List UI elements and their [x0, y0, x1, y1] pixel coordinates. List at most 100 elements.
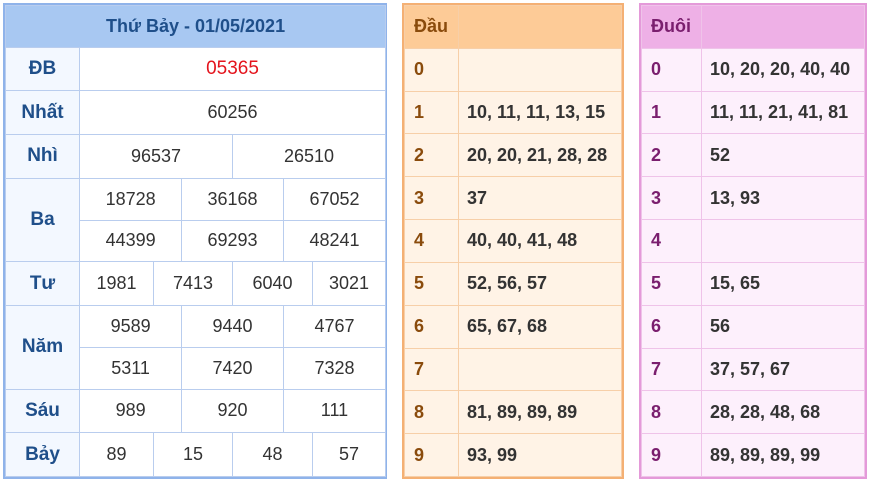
table-row: 2 20, 20, 21, 28, 28: [404, 133, 622, 178]
prize-value: 69293: [181, 220, 284, 262]
tail-values: [701, 219, 865, 263]
head-digit: 8: [404, 390, 459, 435]
prize-label-ba: Ba: [5, 177, 80, 263]
prize-value: 9589: [80, 306, 183, 347]
head-digit: 5: [404, 261, 459, 306]
head-values: 10, 11, 11, 13, 15: [458, 90, 622, 135]
prize-value: 6040: [232, 261, 313, 307]
prize-value: 57: [311, 432, 387, 477]
prize-value: 18728: [80, 178, 183, 220]
table-row: 5 52, 56, 57: [404, 261, 622, 306]
prize-label-sau: Sáu: [5, 388, 80, 434]
head-values: 20, 20, 21, 28, 28: [458, 133, 622, 178]
table-row: 0 10, 20, 20, 40, 40: [641, 47, 865, 92]
tail-digit: 3: [641, 176, 702, 221]
prize-row-nam: Năm 9589 9440 4767: [5, 305, 387, 390]
prize-label-db: ĐB: [5, 46, 80, 92]
head-digit: 1: [404, 90, 459, 135]
prize-label-bay: Bảy: [5, 432, 80, 477]
table-row: 0: [404, 47, 622, 92]
head-values: 52, 56, 57: [458, 261, 622, 306]
head-digit: 9: [404, 433, 459, 477]
table-row: 9 93, 99: [404, 433, 622, 477]
tail-digit: 8: [641, 390, 702, 435]
tail-values: 56: [701, 304, 865, 349]
table-row: 8 28, 28, 48, 68: [641, 390, 865, 435]
head-digit: 4: [404, 219, 459, 263]
prize-row-db: ĐB 05365: [5, 46, 387, 92]
prize-value: 7413: [153, 261, 233, 307]
prize-value: 48241: [309, 230, 360, 251]
prize-row-nhat: Nhất 60256: [5, 90, 387, 136]
tail-digit: 5: [641, 261, 702, 306]
tail-values: 52: [701, 133, 865, 178]
tail-digit: 0: [641, 47, 702, 92]
prize-value: 1981: [79, 261, 154, 307]
table-row: 7: [404, 347, 622, 392]
table-row: 3 13, 93: [641, 176, 865, 221]
tail-values: 89, 89, 89, 99: [701, 433, 865, 477]
table-row: 6 65, 67, 68: [404, 304, 622, 349]
table-row: 7 37, 57, 67: [641, 347, 865, 392]
prize-value: 3021: [311, 261, 387, 307]
head-digit: 0: [404, 47, 459, 92]
tail-values: 13, 93: [701, 176, 865, 221]
head-digit: 7: [404, 347, 459, 392]
prize-row-ba: Ba 18728 36168 67052: [5, 177, 387, 263]
head-values: [458, 47, 622, 92]
tail-digit: 7: [641, 347, 702, 392]
tail-digit: 1: [641, 90, 702, 135]
prize-value: 96537: [80, 135, 234, 178]
table-row: 6 56: [641, 304, 865, 349]
head-digit: 3: [404, 176, 459, 221]
head-values: 37: [458, 176, 622, 221]
head-values: 81, 89, 89, 89: [458, 390, 622, 435]
tail-values: 10, 20, 20, 40, 40: [701, 47, 865, 92]
prize-value: 989: [80, 389, 183, 433]
head-values: [458, 347, 622, 392]
prize-label-tu: Tư: [5, 261, 80, 307]
prize-value: 67052: [309, 188, 360, 209]
prize-value: 4767: [314, 315, 355, 336]
tail-digit: 9: [641, 433, 702, 477]
prize-value: 920: [181, 389, 284, 433]
head-values: 40, 40, 41, 48: [458, 219, 622, 263]
head-digit: 6: [404, 304, 459, 349]
tail-digit: 2: [641, 133, 702, 178]
prize-row-bay: Bảy 89 15 48 57: [5, 432, 387, 477]
prize-value: 36168: [181, 178, 284, 220]
prize-value: 60256: [78, 90, 387, 136]
results-title: Thứ Bảy - 01/05/2021: [4, 5, 387, 48]
prize-row-tu: Tư 1981 7413 6040 3021: [5, 261, 387, 307]
table-row: 1 11, 11, 21, 41, 81: [641, 90, 865, 135]
prize-value: 7328: [314, 357, 355, 378]
lottery-results-table: Thứ Bảy - 01/05/2021 ĐB 05365 Nhất 60256…: [3, 3, 387, 479]
table-row: 9 89, 89, 89, 99: [641, 433, 865, 477]
prize-value: 44399: [80, 220, 183, 262]
prize-value: 26510: [284, 145, 335, 166]
head-digit: 2: [404, 133, 459, 178]
table-row: 5 15, 65: [641, 261, 865, 306]
table-row: 8 81, 89, 89, 89: [404, 390, 622, 435]
table-row: 1 10, 11, 11, 13, 15: [404, 90, 622, 135]
prize-value: 7420: [181, 347, 284, 389]
prize-label-nhat: Nhất: [5, 90, 80, 136]
head-values: 65, 67, 68: [458, 304, 622, 349]
prize-value: 5311: [80, 347, 183, 389]
tail-digit: 6: [641, 304, 702, 349]
head-title: Đầu: [404, 5, 459, 49]
head-values: 93, 99: [458, 433, 622, 477]
table-row: 3 37: [404, 176, 622, 221]
prize-value: 05365: [78, 46, 387, 92]
tail-values: 11, 11, 21, 41, 81: [701, 90, 865, 135]
prize-row-sau: Sáu 989 920 111: [5, 388, 387, 434]
head-digits-table: Đầu 0 1 10, 11, 11, 13, 15 2 20, 20, 21, 2…: [402, 3, 624, 479]
prize-label-nhi: Nhì: [5, 134, 80, 179]
prize-value: 111: [320, 400, 349, 421]
prize-row-nhi: Nhì 96537 26510: [5, 134, 387, 179]
tail-digit: 4: [641, 219, 702, 263]
table-row: 2 52: [641, 133, 865, 178]
prize-value: 9440: [181, 306, 284, 347]
prize-value: 89: [79, 432, 154, 477]
table-row: 4: [641, 219, 865, 263]
